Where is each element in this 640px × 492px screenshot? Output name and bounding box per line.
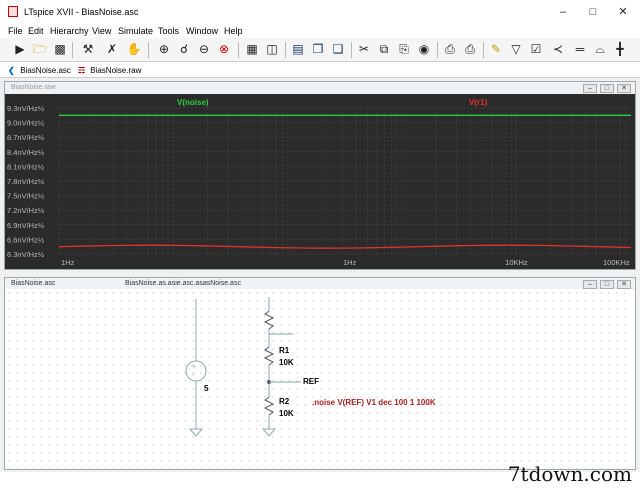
watermark: 7tdown.com bbox=[507, 462, 632, 486]
cascade-icon[interactable]: ▤ bbox=[290, 41, 306, 58]
x-tick-label: 1Hz bbox=[343, 258, 357, 267]
y-tick-label: 8.4nV/Hz½ bbox=[7, 148, 45, 157]
top-resistor bbox=[263, 310, 275, 330]
y-tick-label: 8.1nV/Hz½ bbox=[7, 162, 45, 171]
schematic-canvas[interactable]: + - 5 R1 10K REF R2 10K .noise V(REF) V1… bbox=[5, 289, 631, 469]
ground-icon[interactable]: ▽ bbox=[508, 41, 524, 58]
r1-name-label[interactable]: R1 bbox=[279, 346, 289, 355]
y-tick-label: 6.6nV/Hz½ bbox=[7, 235, 45, 244]
ref-net-label[interactable]: REF bbox=[303, 377, 319, 386]
menu-window[interactable]: Window bbox=[186, 26, 218, 36]
diode-icon[interactable]: ╋ bbox=[612, 41, 628, 58]
maximize-button[interactable]: □ bbox=[582, 4, 604, 20]
tile-vertical-icon[interactable]: ❑ bbox=[330, 41, 346, 58]
menu-help[interactable]: Help bbox=[224, 26, 243, 36]
schematic-window-title: BiasNoise.asc bbox=[11, 280, 56, 287]
y-tick-label: 7.2nV/Hz½ bbox=[7, 206, 45, 215]
menu-bar: File Edit Hierarchy View Simulate Tools … bbox=[0, 24, 640, 38]
r1-value-label[interactable]: 10K bbox=[279, 358, 294, 367]
halt-icon[interactable]: ✗ bbox=[104, 41, 120, 58]
pan-icon[interactable]: ✋ bbox=[126, 41, 142, 58]
menu-tools[interactable]: Tools bbox=[158, 26, 179, 36]
print-setup-icon[interactable]: ⎙ bbox=[442, 41, 458, 58]
noise-plot[interactable]: 9.3nV/Hz½ 9.0nV/Hz½ 8.7nV/Hz½ 8.4nV/Hz½ 8.1n… bbox=[5, 94, 635, 269]
close-all-icon[interactable]: ❐ bbox=[310, 41, 326, 58]
minimize-button[interactable]: – bbox=[552, 4, 574, 20]
toolbar: ▶ 🗁 ▩ ⚒ ✗ ✋ ⊕ ☌ ⊖ ⊗ ▦ ◫ ▤ ❐ ❑ ✂ ⧉ ⎘ ◉ ⎙ … bbox=[0, 38, 640, 62]
y-tick-label: 6.9nV/Hz½ bbox=[7, 221, 45, 230]
x-tick-label: 100KHz bbox=[603, 258, 630, 267]
close-button[interactable]: ✕ bbox=[612, 4, 634, 20]
y-tick-label: 7.8nV/Hz½ bbox=[7, 177, 45, 186]
y-tick-label: 8.7nV/Hz½ bbox=[7, 133, 45, 142]
r1-resistor bbox=[263, 346, 275, 366]
zoom-out-icon[interactable]: ⊖ bbox=[196, 41, 212, 58]
status-bar: 7tdown.com bbox=[0, 462, 640, 492]
y-tick-label: 9.0nV/Hz½ bbox=[7, 119, 45, 128]
save-icon[interactable]: ▩ bbox=[52, 41, 68, 58]
r2-value-label[interactable]: 10K bbox=[279, 409, 294, 418]
y-tick-label: 9.3nV/Hz½ bbox=[7, 104, 45, 113]
find-icon[interactable]: ◉ bbox=[416, 41, 432, 58]
tab-waveform[interactable]: ☶ BiasNoise.raw bbox=[78, 64, 141, 77]
window-title: LTspice XVII - BiasNoise.asc bbox=[24, 7, 139, 17]
document-tabs: ❮ BiasNoise.asc ☶ BiasNoise.raw bbox=[0, 62, 640, 78]
source-value-label: 5 bbox=[204, 384, 209, 393]
legend-label-0: V(noise) bbox=[177, 98, 209, 107]
y-tick-label: 7.5nV/Hz½ bbox=[7, 192, 45, 201]
menu-view[interactable]: View bbox=[92, 26, 111, 36]
pane-restore-button[interactable]: □ bbox=[600, 280, 614, 289]
ground-symbol-right bbox=[261, 428, 277, 437]
ground-symbol-left bbox=[188, 428, 204, 437]
control-panel-icon[interactable]: ⚒ bbox=[80, 41, 96, 58]
cut-icon[interactable]: ✂ bbox=[356, 41, 372, 58]
svg-text:+: + bbox=[192, 364, 196, 371]
tab-label: BiasNoise.asc bbox=[20, 66, 71, 75]
zoom-in-icon[interactable]: ⊕ bbox=[156, 41, 172, 58]
x-tick-label: 1Hz bbox=[61, 258, 75, 267]
print-icon[interactable]: ⎙ bbox=[462, 41, 478, 58]
pane-close-button[interactable]: ✕ bbox=[617, 84, 631, 93]
pane-minimize-button[interactable]: – bbox=[583, 280, 597, 289]
title-bar: LTspice XVII - BiasNoise.asc – □ ✕ bbox=[0, 0, 640, 24]
legend-label-1: V(r1) bbox=[469, 98, 488, 107]
tab-schematic[interactable]: ❮ BiasNoise.asc bbox=[8, 64, 71, 77]
draw-wire-icon[interactable]: ✎ bbox=[488, 41, 504, 58]
waveform-icon: ☶ bbox=[78, 66, 86, 75]
tab-label: BiasNoise.raw bbox=[90, 66, 142, 75]
y-tick-label: 6.3nV/Hz½ bbox=[7, 250, 45, 259]
paste-icon[interactable]: ⎘ bbox=[396, 41, 412, 58]
copy-icon[interactable]: ⧉ bbox=[376, 41, 392, 58]
menu-simulate[interactable]: Simulate bbox=[118, 26, 153, 36]
r2-name-label[interactable]: R2 bbox=[279, 397, 289, 406]
r2-resistor bbox=[263, 396, 275, 416]
label-net-icon[interactable]: ☑ bbox=[528, 41, 544, 58]
pane-close-button[interactable]: ✕ bbox=[617, 280, 631, 289]
open-icon[interactable]: 🗁 bbox=[32, 41, 48, 58]
inductor-icon[interactable]: ⌓ bbox=[592, 41, 608, 58]
tile-icon[interactable]: ◫ bbox=[264, 41, 280, 58]
menu-edit[interactable]: Edit bbox=[28, 26, 44, 36]
capacitor-icon[interactable]: ═ bbox=[572, 41, 588, 58]
noise-directive[interactable]: .noise V(REF) V1 dec 100 1 100K bbox=[312, 398, 436, 407]
menu-file[interactable]: File bbox=[8, 26, 23, 36]
plot-background bbox=[5, 94, 635, 269]
ltspice-app-icon bbox=[8, 6, 18, 17]
resistor-icon[interactable]: ≺ bbox=[550, 41, 566, 58]
waveform-window: BiasNoise.raw – □ ✕ 9.3nV/Hz½ 9.0nV/Hz½ 8.7n… bbox=[4, 81, 636, 270]
svg-text:-: - bbox=[192, 372, 195, 379]
autoscale-icon[interactable]: ▦ bbox=[244, 41, 260, 58]
run-icon[interactable]: ▶ bbox=[12, 41, 28, 58]
waveform-window-titlebar: BiasNoise.raw – □ ✕ bbox=[5, 82, 635, 94]
pane-restore-button[interactable]: □ bbox=[600, 84, 614, 93]
x-tick-label: 10KHz bbox=[505, 258, 528, 267]
zoom-pan-icon[interactable]: ☌ bbox=[176, 41, 192, 58]
menu-hierarchy[interactable]: Hierarchy bbox=[50, 26, 89, 36]
waveform-window-title: BiasNoise.raw bbox=[11, 84, 56, 91]
zoom-full-icon[interactable]: ⊗ bbox=[216, 41, 232, 58]
schematic-icon: ❮ bbox=[8, 66, 15, 75]
pane-minimize-button[interactable]: – bbox=[583, 84, 597, 93]
